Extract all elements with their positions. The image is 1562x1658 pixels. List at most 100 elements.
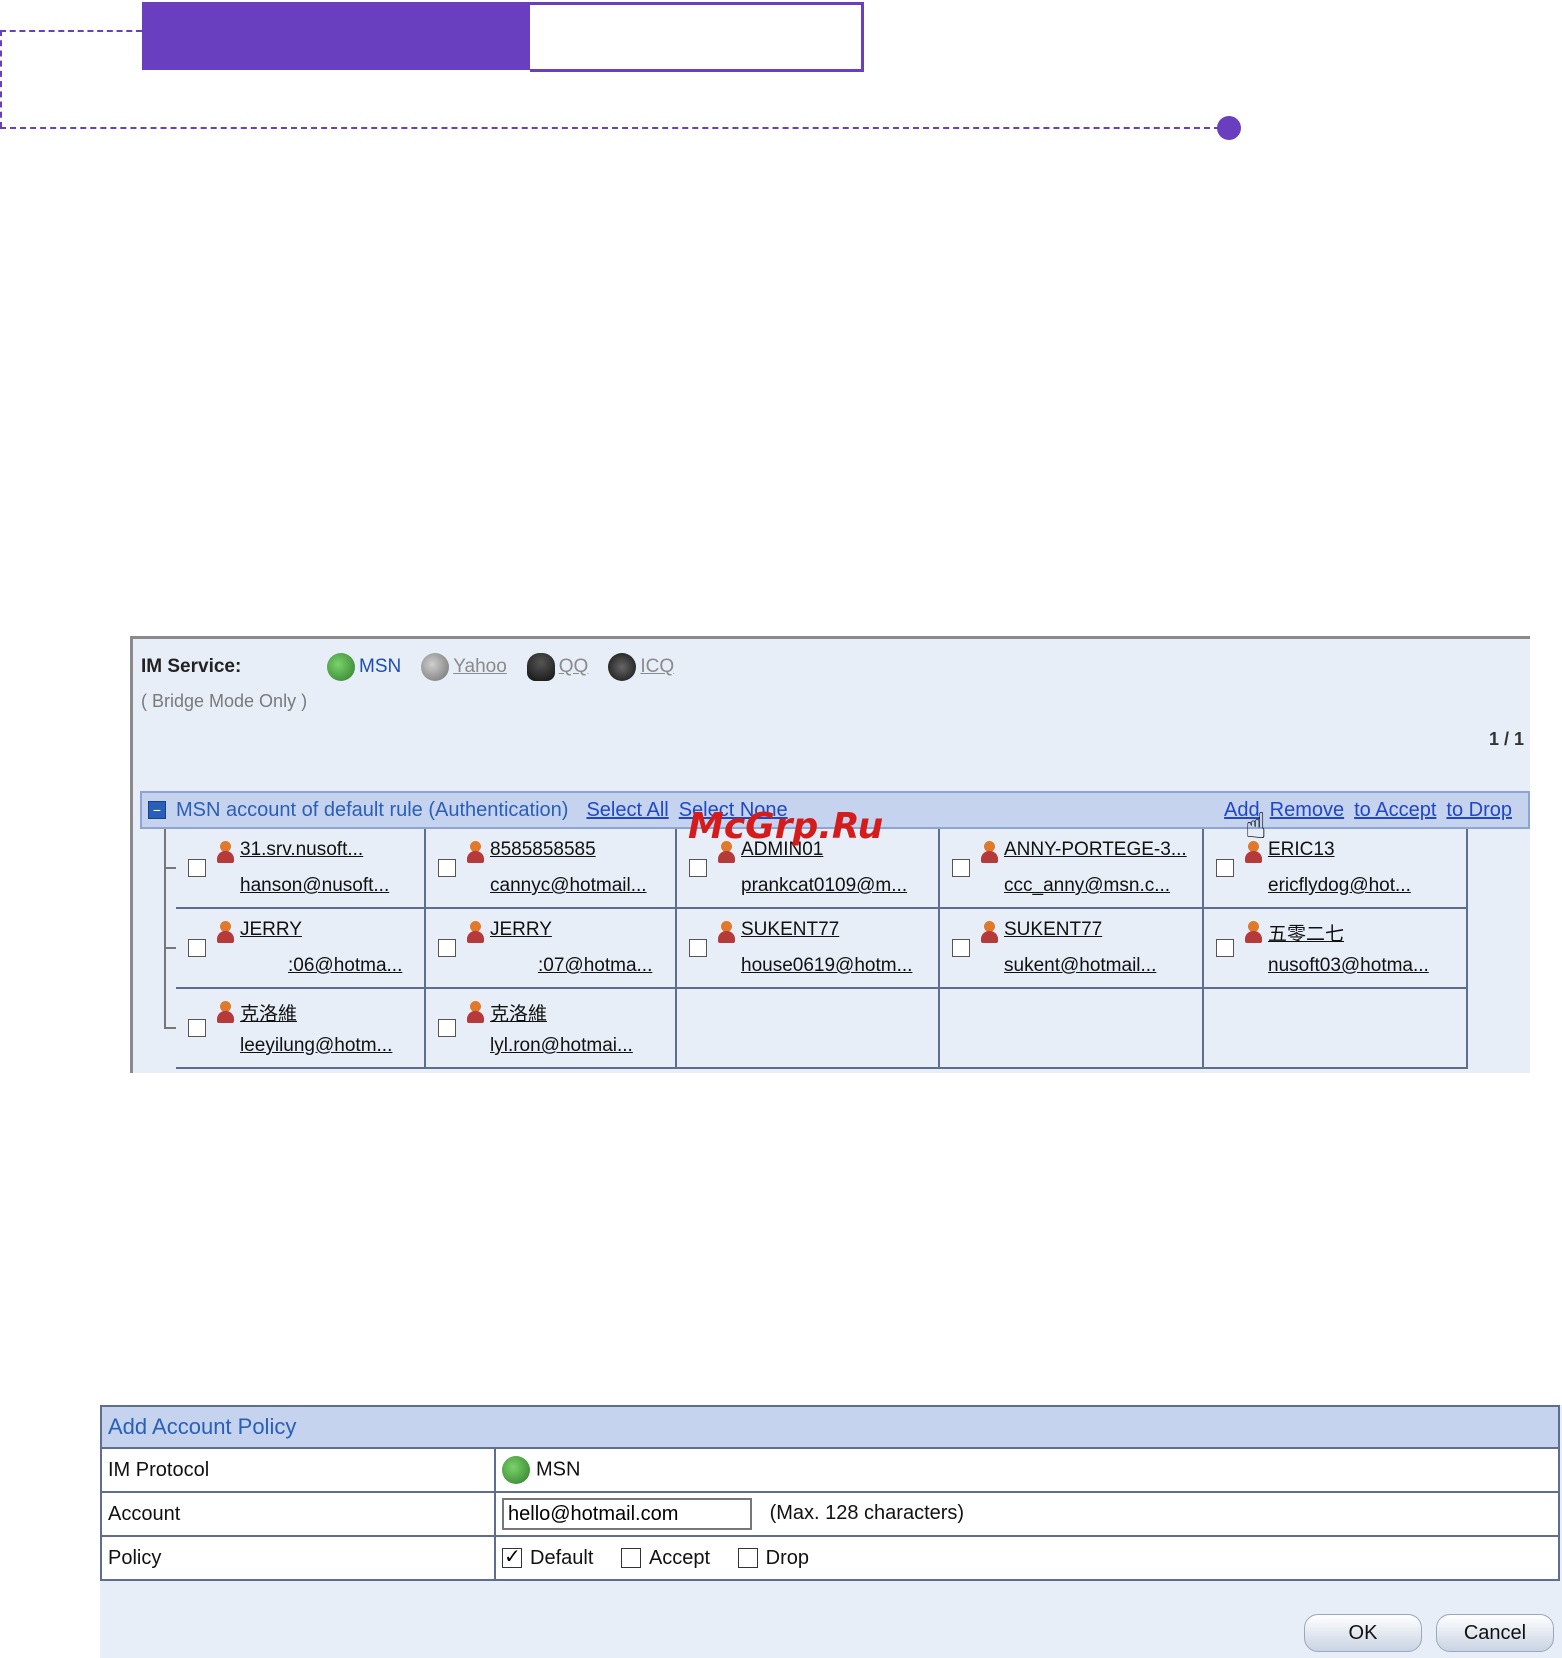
account-checkbox[interactable] bbox=[188, 1019, 206, 1037]
account-email[interactable]: leeyilung@hotm... bbox=[240, 1035, 392, 1057]
account-checkbox[interactable] bbox=[952, 859, 970, 877]
account-value-cell: (Max. 128 characters) bbox=[494, 1491, 1560, 1537]
account-cell: SUKENT77 sukent@hotmail... bbox=[940, 909, 1204, 989]
policy-form: Add Account Policy IM Protocol MSN Accou… bbox=[100, 1405, 1560, 1581]
user-icon bbox=[466, 1001, 486, 1023]
account-name[interactable]: ERIC13 bbox=[1268, 839, 1335, 861]
account-email[interactable]: prankcat0109@m... bbox=[741, 875, 907, 897]
decorative-dot bbox=[1217, 116, 1241, 140]
user-icon bbox=[717, 921, 737, 943]
account-email[interactable]: :07@hotma... bbox=[538, 955, 652, 977]
policy-accept-checkbox[interactable] bbox=[620, 1548, 641, 1569]
account-checkbox[interactable] bbox=[1216, 859, 1234, 877]
user-icon bbox=[1244, 921, 1264, 943]
account-name[interactable]: 五零二七 bbox=[1268, 919, 1344, 946]
account-cell: ANNY-PORTEGE-3... ccc_anny@msn.c... bbox=[940, 829, 1204, 909]
account-name[interactable]: SUKENT77 bbox=[741, 919, 839, 941]
empty-cell bbox=[677, 989, 940, 1069]
header-tab-filled bbox=[142, 2, 530, 70]
remove-link[interactable]: Remove bbox=[1270, 799, 1344, 822]
account-checkbox[interactable] bbox=[1216, 939, 1234, 957]
account-checkbox[interactable] bbox=[438, 1019, 456, 1037]
account-email[interactable]: ericflydog@hot... bbox=[1268, 875, 1411, 897]
user-icon bbox=[980, 841, 1000, 863]
tree-branch bbox=[166, 947, 176, 949]
empty-cell bbox=[1204, 989, 1468, 1069]
decorative-dashed-line bbox=[0, 30, 142, 32]
user-icon bbox=[216, 921, 236, 943]
service-icq-label: ICQ bbox=[640, 656, 675, 677]
collapse-icon[interactable]: − bbox=[148, 801, 166, 819]
account-panel-title: MSN account of default rule (Authenticat… bbox=[176, 798, 569, 821]
policy-label: Policy bbox=[100, 1535, 496, 1581]
msn-icon bbox=[327, 653, 355, 681]
account-email[interactable]: nusoft03@hotma... bbox=[1268, 955, 1429, 977]
page-indicator: 1 / 1 bbox=[1488, 729, 1524, 749]
service-qq-label: QQ bbox=[558, 656, 589, 677]
account-email[interactable]: sukent@hotmail... bbox=[1004, 955, 1156, 977]
account-checkbox[interactable] bbox=[689, 859, 707, 877]
select-all-link[interactable]: Select All bbox=[586, 799, 668, 822]
account-name[interactable]: JERRY bbox=[240, 919, 302, 941]
tree-line bbox=[164, 829, 166, 1029]
account-email[interactable]: house0619@hotm... bbox=[741, 955, 912, 977]
tree-branch bbox=[166, 867, 176, 869]
account-checkbox[interactable] bbox=[438, 859, 456, 877]
account-checkbox[interactable] bbox=[689, 939, 707, 957]
service-msn[interactable]: MSN bbox=[327, 653, 401, 681]
im-protocol-label: IM Protocol bbox=[100, 1447, 496, 1493]
account-hint: (Max. 128 characters) bbox=[769, 1502, 965, 1525]
hand-cursor-icon: ☝ bbox=[1245, 805, 1267, 846]
im-service-label: IM Service: bbox=[141, 656, 242, 677]
msn-account-list-screenshot: IM Service: MSN Yahoo QQ ICQ ( Bridge Mo… bbox=[130, 636, 1530, 1073]
to-drop-link[interactable]: to Drop bbox=[1446, 799, 1512, 822]
account-cell: 31.srv.nusoft... hanson@nusoft... bbox=[166, 829, 426, 909]
account-email[interactable]: hanson@nusoft... bbox=[240, 875, 389, 897]
tree-branch bbox=[166, 1027, 176, 1029]
policy-default-label: Default bbox=[530, 1546, 594, 1569]
decorative-dashed-line bbox=[0, 127, 1220, 129]
user-icon bbox=[466, 921, 486, 943]
policy-drop-label: Drop bbox=[765, 1546, 810, 1569]
user-icon bbox=[216, 1001, 236, 1023]
policy-options: Default Accept Drop bbox=[494, 1535, 1560, 1581]
account-email[interactable]: ccc_anny@msn.c... bbox=[1004, 875, 1170, 897]
account-name[interactable]: JERRY bbox=[490, 919, 552, 941]
qq-icon bbox=[526, 653, 555, 681]
bridge-mode-note: ( Bridge Mode Only ) bbox=[141, 691, 308, 711]
account-cell: 五零二七 nusoft03@hotma... bbox=[1204, 909, 1468, 989]
account-name[interactable]: 8585858585 bbox=[490, 839, 596, 861]
account-email[interactable]: :06@hotma... bbox=[288, 955, 402, 977]
account-cell: SUKENT77 house0619@hotm... bbox=[677, 909, 940, 989]
account-name[interactable]: ANNY-PORTEGE-3... bbox=[1004, 839, 1187, 861]
account-cell: 克洛維 lyl.ron@hotmai... bbox=[426, 989, 677, 1069]
service-qq[interactable]: QQ bbox=[526, 653, 589, 681]
msn-icon bbox=[502, 1456, 530, 1484]
form-title: Add Account Policy bbox=[100, 1405, 1560, 1449]
ok-button[interactable]: OK bbox=[1304, 1614, 1422, 1652]
account-name[interactable]: SUKENT77 bbox=[1004, 919, 1102, 941]
account-checkbox[interactable] bbox=[438, 939, 456, 957]
account-email[interactable]: cannyc@hotmail... bbox=[490, 875, 647, 897]
account-checkbox[interactable] bbox=[952, 939, 970, 957]
account-input[interactable] bbox=[502, 1498, 752, 1530]
cancel-button[interactable]: Cancel bbox=[1436, 1614, 1554, 1652]
service-icq[interactable]: ICQ bbox=[608, 653, 674, 681]
account-name[interactable]: 克洛維 bbox=[240, 999, 297, 1026]
service-yahoo[interactable]: Yahoo bbox=[421, 653, 507, 681]
account-name[interactable]: 31.srv.nusoft... bbox=[240, 839, 363, 861]
account-email[interactable]: lyl.ron@hotmai... bbox=[490, 1035, 633, 1057]
to-accept-link[interactable]: to Accept bbox=[1354, 799, 1436, 822]
policy-default-checkbox[interactable] bbox=[502, 1544, 522, 1569]
account-checkbox[interactable] bbox=[188, 859, 206, 877]
account-cell: 克洛維 leeyilung@hotm... bbox=[166, 989, 426, 1069]
im-protocol-text: MSN bbox=[536, 1458, 581, 1481]
account-name[interactable]: 克洛維 bbox=[490, 999, 547, 1026]
watermark: McGrp.Ru bbox=[688, 806, 884, 847]
policy-drop-checkbox[interactable] bbox=[737, 1548, 758, 1569]
account-checkbox[interactable] bbox=[188, 939, 206, 957]
policy-accept-label: Accept bbox=[648, 1546, 711, 1569]
im-service-row: IM Service: MSN Yahoo QQ ICQ bbox=[141, 653, 694, 681]
account-grid: 31.srv.nusoft... hanson@nusoft... 8585858… bbox=[166, 829, 1530, 1069]
user-icon bbox=[466, 841, 486, 863]
